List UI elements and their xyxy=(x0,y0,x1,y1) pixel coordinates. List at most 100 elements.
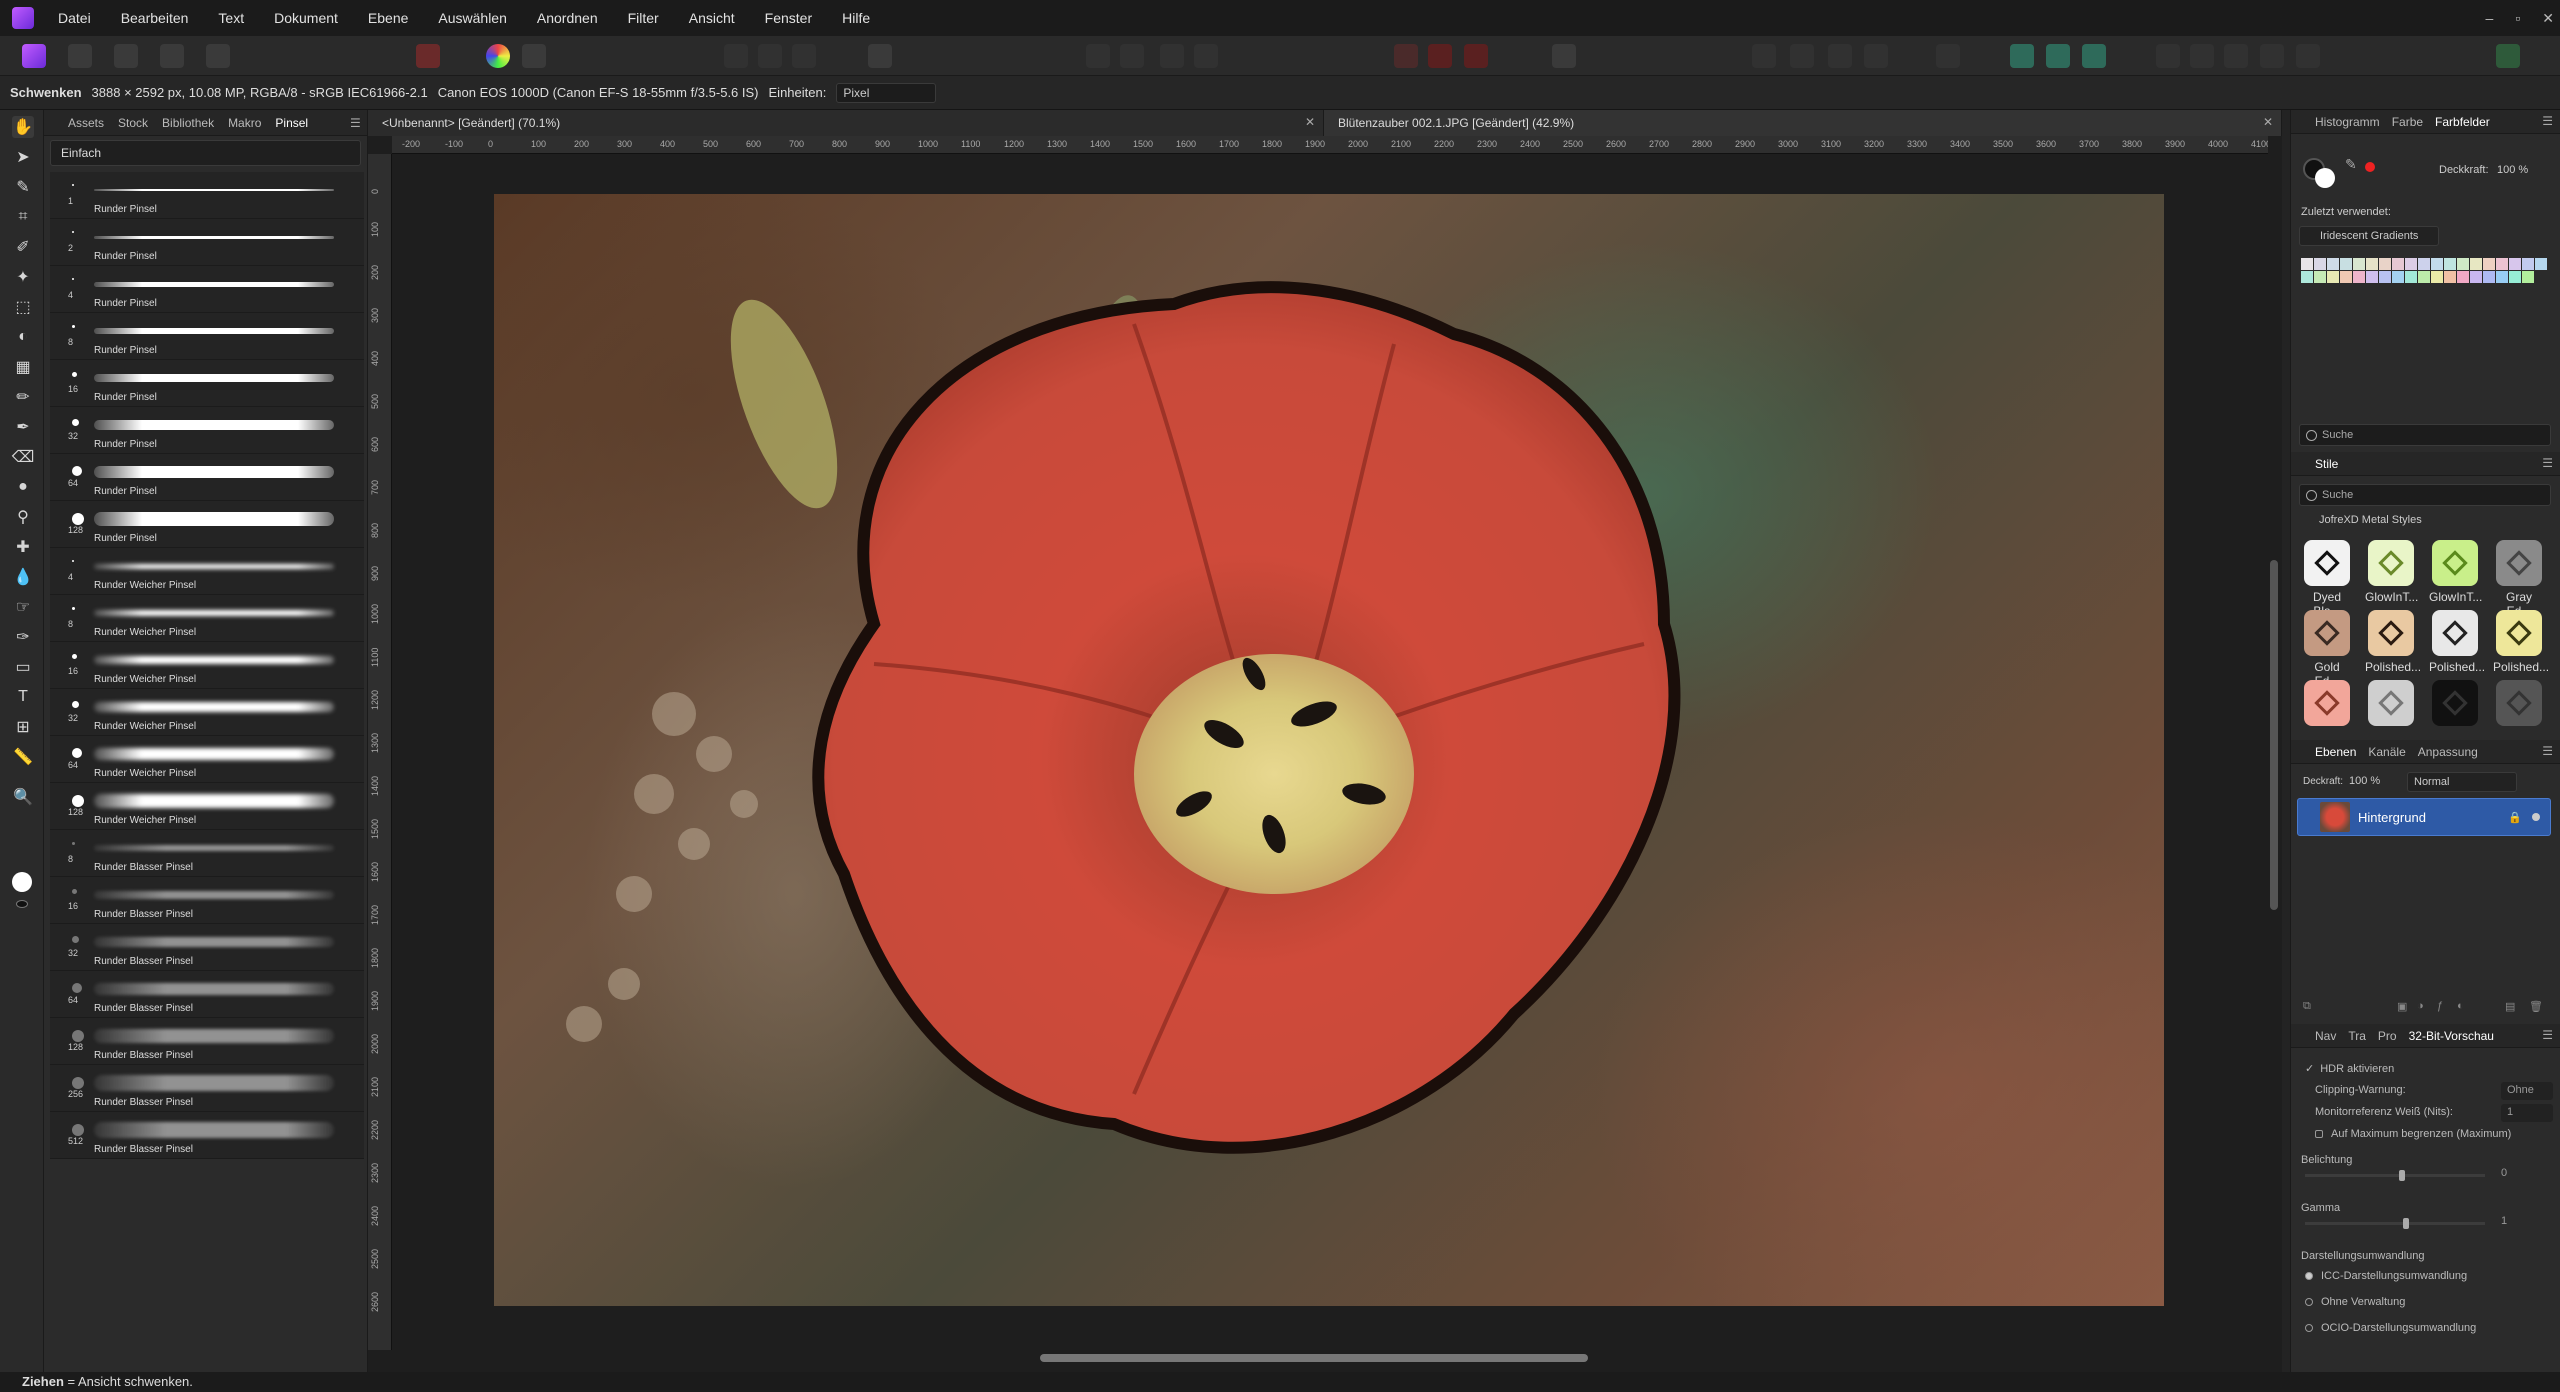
selection-intersect-icon[interactable] xyxy=(792,44,816,68)
boolean-intersect-icon[interactable] xyxy=(2082,44,2106,68)
color-swatch[interactable] xyxy=(2327,271,2339,283)
brush-item[interactable]: 128 Runder Weicher Pinsel xyxy=(50,783,364,830)
brush-item[interactable]: 4 Runder Weicher Pinsel xyxy=(50,548,364,595)
color-swatch[interactable] xyxy=(2470,258,2482,270)
style-preset[interactable]: Polished... xyxy=(2365,610,2421,678)
boolean-add-icon[interactable] xyxy=(2010,44,2034,68)
color-swatch[interactable] xyxy=(2379,258,2391,270)
style-preset[interactable]: Gray Ed... xyxy=(2493,540,2545,618)
style-preset[interactable] xyxy=(2493,680,2545,748)
selection-subtract-icon[interactable] xyxy=(758,44,782,68)
align-left-icon[interactable] xyxy=(1086,44,1110,68)
color-swatch[interactable] xyxy=(2353,271,2365,283)
menu-text[interactable]: Text xyxy=(218,10,244,26)
pixel-tool-icon[interactable]: ✒ xyxy=(12,416,34,438)
style-preset[interactable]: Polished... xyxy=(2493,610,2549,678)
panel-menu-icon[interactable]: ☰ xyxy=(2542,456,2553,470)
brush-category-dropdown[interactable]: Einfach xyxy=(50,140,361,166)
color-swatch[interactable] xyxy=(2392,271,2404,283)
arrange-forward-icon[interactable] xyxy=(1828,44,1852,68)
style-preset[interactable] xyxy=(2429,680,2481,748)
erase-tool-icon[interactable]: ⌫ xyxy=(12,446,35,468)
brush-item[interactable]: 8 Runder Pinsel xyxy=(50,313,364,360)
mesh-warp-icon[interactable]: ⊞ xyxy=(12,716,34,738)
color-swatch[interactable] xyxy=(2444,258,2456,270)
move-tool-icon[interactable]: ➤ xyxy=(12,146,34,168)
tab-histogramm[interactable]: Histogramm xyxy=(2315,115,2380,129)
color-swatch[interactable] xyxy=(2457,271,2469,283)
color-swatch[interactable] xyxy=(2314,258,2326,270)
color-swatch[interactable] xyxy=(2431,271,2443,283)
flood-fill-icon[interactable]: ◐ xyxy=(12,326,34,348)
menu-datei[interactable]: Datei xyxy=(58,10,91,26)
color-swatch[interactable] xyxy=(2470,271,2482,283)
brush-item[interactable]: 8 Runder Blasser Pinsel xyxy=(50,830,364,877)
layer-row[interactable]: Hintergrund 🔒 xyxy=(2297,798,2551,836)
tab-document-untitled[interactable]: <Unbenannt> [Geändert] (70.1%) ✕ xyxy=(368,110,1324,136)
color-picker-tool-icon[interactable]: ✎ xyxy=(12,176,34,198)
color-swatch[interactable] xyxy=(2444,271,2456,283)
monitor-input[interactable]: 1 xyxy=(2501,1104,2553,1122)
clipping-dropdown[interactable]: Ohne xyxy=(2501,1082,2553,1100)
color-swatch[interactable] xyxy=(2483,258,2495,270)
align-right-icon[interactable] xyxy=(1160,44,1184,68)
color-swatch[interactable] xyxy=(2366,271,2378,283)
secondary-color-icon[interactable] xyxy=(16,900,28,908)
tab-document-bluetenzauber[interactable]: Blütenzauber 002.1.JPG [Geändert] (42.9%… xyxy=(1324,110,2282,136)
menu-anordnen[interactable]: Anordnen xyxy=(537,10,598,26)
radio-unmanaged[interactable]: Ohne Verwaltung xyxy=(2305,1296,2405,1308)
color-swatch[interactable] xyxy=(2301,258,2313,270)
menu-fenster[interactable]: Fenster xyxy=(765,10,812,26)
exposure-slider[interactable] xyxy=(2305,1170,2485,1181)
visibility-icon[interactable] xyxy=(2532,813,2540,821)
color-swatch[interactable] xyxy=(2496,258,2508,270)
gradient-tool-icon[interactable]: ▦ xyxy=(12,356,34,378)
adjustment-icon[interactable]: ◐ xyxy=(2457,1000,2464,1012)
fx-icon[interactable]: ƒ xyxy=(2437,1000,2443,1012)
brush-item[interactable]: 512 Runder Blasser Pinsel xyxy=(50,1112,364,1159)
color-swatch[interactable] xyxy=(2405,258,2417,270)
color-swatch[interactable] xyxy=(2457,258,2469,270)
max-checkbox[interactable]: Auf Maximum begrenzen (Maximum) xyxy=(2315,1128,2511,1140)
layer-stack-icon[interactable]: ⧉ xyxy=(2303,1000,2311,1013)
develop-persona-icon[interactable] xyxy=(114,44,138,68)
brush-item[interactable]: 256 Runder Blasser Pinsel xyxy=(50,1065,364,1112)
mask-icon[interactable] xyxy=(1428,44,1452,68)
brush-item[interactable]: 32 Runder Blasser Pinsel xyxy=(50,924,364,971)
blend-mode-dropdown[interactable]: Normal xyxy=(2407,772,2517,792)
color-swatch[interactable] xyxy=(2483,271,2495,283)
horizontal-scrollbar[interactable] xyxy=(1040,1354,1588,1362)
eyedropper-icon[interactable]: ✎ xyxy=(2345,156,2357,173)
menu-dokument[interactable]: Dokument xyxy=(274,10,338,26)
layer-opacity-value[interactable]: 100 % xyxy=(2349,775,2380,787)
brush-item[interactable]: 2 Runder Pinsel xyxy=(50,219,364,266)
canvas-image[interactable] xyxy=(494,194,2164,1306)
hand-tool-icon[interactable]: ✋ xyxy=(12,116,34,138)
menu-bearbeiten[interactable]: Bearbeiten xyxy=(121,10,189,26)
healing-tool-icon[interactable]: ✚ xyxy=(12,536,34,558)
smudge-tool-icon[interactable]: ☞ xyxy=(12,596,34,618)
maximize-button[interactable]: ▫ xyxy=(2515,10,2520,26)
panel-menu-icon[interactable]: ☰ xyxy=(2542,114,2553,128)
tab-stile[interactable]: Stile xyxy=(2315,457,2338,471)
tab-32bit-vorschau[interactable]: 32-Bit-Vorschau xyxy=(2409,1029,2494,1043)
color-swatch[interactable] xyxy=(2340,271,2352,283)
color-swatch[interactable] xyxy=(2392,258,2404,270)
style-preset[interactable] xyxy=(2365,680,2417,748)
mask-layer-icon[interactable]: ◑ xyxy=(2417,1000,2424,1012)
gamma-slider[interactable] xyxy=(2305,1218,2485,1229)
magic-wand-icon[interactable]: ✦ xyxy=(12,266,34,288)
radio-ocio[interactable]: OCIO-Darstellungsumwandlung xyxy=(2305,1322,2476,1334)
menu-ansicht[interactable]: Ansicht xyxy=(689,10,735,26)
brush-item[interactable]: 64 Runder Blasser Pinsel xyxy=(50,971,364,1018)
style-preset[interactable] xyxy=(2301,680,2353,748)
color-swatch[interactable] xyxy=(2431,258,2443,270)
paint-brush-icon[interactable]: ✏ xyxy=(12,386,34,408)
style-preset[interactable]: Dyed Bla... xyxy=(2301,540,2353,618)
primary-color-icon[interactable] xyxy=(12,872,32,892)
tab-assets[interactable]: Assets xyxy=(68,116,104,130)
brush-item[interactable]: 16 Runder Weicher Pinsel xyxy=(50,642,364,689)
brush-item[interactable]: 64 Runder Weicher Pinsel xyxy=(50,736,364,783)
tab-pinsel[interactable]: Pinsel xyxy=(275,116,308,130)
view-mirror-icon[interactable] xyxy=(2224,44,2248,68)
